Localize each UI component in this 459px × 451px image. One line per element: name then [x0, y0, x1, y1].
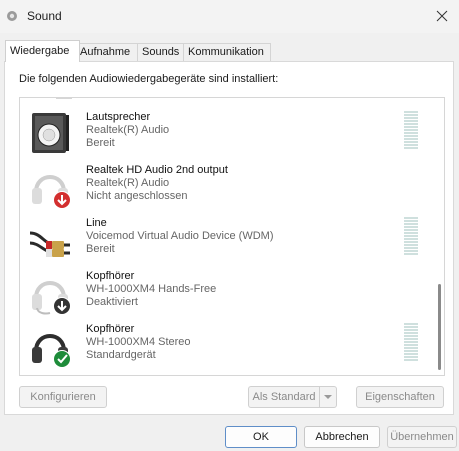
volume-meter	[404, 111, 418, 153]
device-item-kopfhoerer-handsfree[interactable]: Kopfhörer WH-1000XM4 Hands-Free Deaktivi…	[20, 265, 425, 318]
device-driver: Voicemod Virtual Audio Device (WDM)	[86, 230, 274, 242]
device-name: Lautsprecher	[86, 111, 151, 123]
device-info: Realtek(R) Audio Bereit	[86, 124, 169, 150]
tab-strip: Wiedergabe Aufnahme Sounds Kommunikation	[0, 40, 459, 62]
device-item-realtek-2nd-output[interactable]: Realtek HD Audio 2nd output Realtek(R) A…	[20, 159, 425, 212]
device-name: Kopfhörer	[86, 323, 135, 335]
configure-button[interactable]: Konfigurieren	[19, 386, 107, 408]
device-item-kopfhoerer-stereo[interactable]: Kopfhörer WH-1000XM4 Stereo Standardgerä…	[20, 318, 425, 371]
partial-device-icon	[56, 98, 72, 99]
device-item-line[interactable]: Line Voicemod Virtual Audio Device (WDM)…	[20, 212, 425, 265]
device-driver: WH-1000XM4 Stereo	[86, 336, 191, 348]
device-status: Bereit	[86, 243, 115, 255]
cancel-button[interactable]: Abbrechen	[304, 426, 380, 448]
apply-button[interactable]: Übernehmen	[387, 426, 457, 448]
chevron-down-icon	[324, 395, 332, 399]
rca-cable-icon	[29, 231, 70, 257]
device-driver: Realtek(R) Audio	[86, 177, 170, 189]
device-driver: WH-1000XM4 Hands-Free	[86, 283, 217, 295]
device-info: Voicemod Virtual Audio Device (WDM) Bere…	[86, 230, 273, 256]
tab-sounds[interactable]: Sounds	[137, 43, 187, 61]
properties-button[interactable]: Eigenschaften	[356, 386, 444, 408]
title-bar: Sound	[0, 0, 459, 33]
device-info: Realtek(R) Audio Nicht angeschlossen	[86, 177, 188, 203]
device-item-lautsprecher[interactable]: Lautsprecher Realtek(R) Audio Bereit	[20, 106, 425, 159]
playback-panel: Die folgenden Audiowiedergabegeräte sind…	[4, 61, 454, 415]
set-default-button[interactable]: Als Standard	[248, 386, 319, 408]
volume-meter	[404, 323, 418, 365]
device-name: Kopfhörer	[86, 270, 135, 282]
ok-button[interactable]: OK	[225, 426, 297, 448]
close-icon[interactable]	[429, 4, 455, 28]
headphones-unplugged-icon	[32, 175, 71, 209]
intro-text: Die folgenden Audiowiedergabegeräte sind…	[19, 73, 279, 85]
scrollbar-thumb[interactable]	[438, 284, 441, 370]
device-info: WH-1000XM4 Hands-Free Deaktiviert	[86, 283, 216, 309]
device-name: Realtek HD Audio 2nd output	[86, 164, 228, 176]
tab-wiedergabe[interactable]: Wiedergabe	[5, 40, 80, 62]
device-driver: Realtek(R) Audio	[86, 124, 170, 136]
volume-meter	[404, 217, 418, 259]
device-info: WH-1000XM4 Stereo Standardgerät	[86, 336, 191, 362]
device-status: Nicht angeschlossen	[86, 190, 188, 202]
window-title: Sound	[27, 9, 62, 23]
vertical-scrollbar[interactable]	[432, 98, 444, 375]
tab-aufnahme[interactable]: Aufnahme	[75, 43, 139, 61]
headset-disabled-icon	[32, 281, 71, 315]
device-status: Standardgerät	[86, 349, 156, 361]
tab-kommunikation[interactable]: Kommunikation	[183, 43, 271, 61]
headphones-default-icon	[32, 334, 71, 368]
device-status: Deaktiviert	[86, 296, 138, 308]
device-status: Bereit	[86, 137, 115, 149]
speaker-icon	[32, 113, 69, 153]
device-name: Line	[86, 217, 107, 229]
sound-app-icon	[7, 11, 17, 21]
device-list[interactable]: Lautsprecher Realtek(R) Audio Bereit Rea…	[19, 97, 445, 376]
set-default-dropdown[interactable]	[319, 386, 337, 408]
